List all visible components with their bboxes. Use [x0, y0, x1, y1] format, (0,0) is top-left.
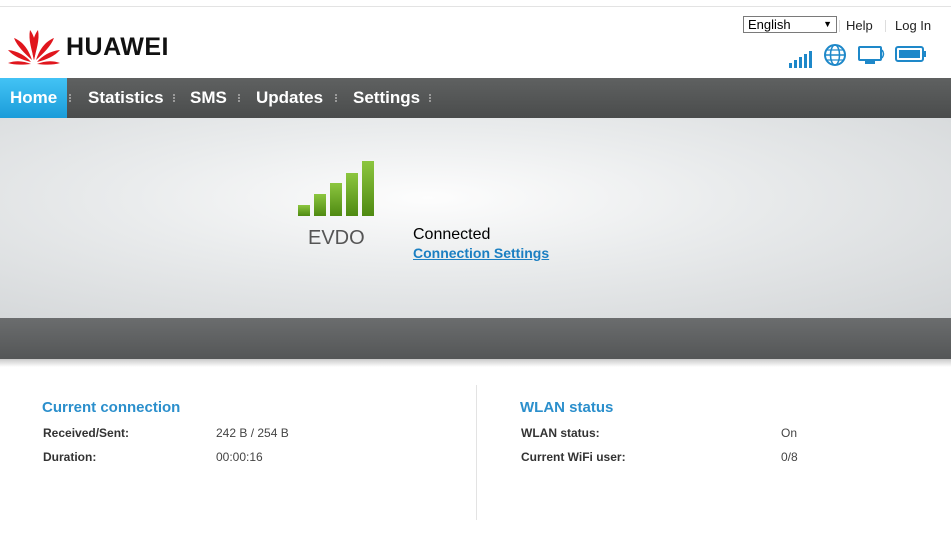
connection-status: Connected	[413, 226, 491, 243]
wifi-users-value: 0/8	[781, 450, 798, 464]
panel-divider	[476, 385, 477, 520]
header-separator	[885, 20, 886, 32]
tab-updates[interactable]: Updates	[256, 78, 323, 118]
tab-settings[interactable]: Settings	[353, 78, 420, 118]
nav-separator	[173, 94, 177, 102]
wlan-status-title: WLAN status	[520, 399, 614, 416]
header: HUAWEI English ▼ Help Log In	[0, 7, 951, 78]
hero-shadow	[0, 359, 951, 367]
tab-sms[interactable]: SMS	[190, 78, 227, 118]
tab-home[interactable]: Home	[0, 78, 68, 118]
received-sent-value: 242 B / 254 B	[216, 426, 289, 440]
battery-icon	[895, 46, 926, 62]
wifi-users-label: Current WiFi user:	[521, 450, 626, 464]
wlan-status-label: WLAN status:	[521, 426, 600, 440]
tab-statistics[interactable]: Statistics	[88, 78, 164, 118]
signal-bars-icon	[298, 161, 374, 216]
wlan-status-value: On	[781, 426, 798, 440]
duration-label: Duration:	[43, 450, 97, 464]
login-link[interactable]: Log In	[895, 18, 931, 33]
current-connection-title: Current connection	[42, 399, 181, 416]
main-nav: Home Statistics SMS Updates Settings	[0, 78, 951, 118]
nav-separator	[335, 94, 339, 102]
hero-footer-bar	[0, 318, 951, 359]
signal-strength-icon	[789, 51, 812, 68]
network-type: EVDO	[308, 227, 365, 249]
dropdown-arrow-icon: ▼	[823, 19, 832, 29]
nav-separator	[69, 94, 73, 102]
language-value: English	[748, 17, 791, 32]
nav-separator	[238, 94, 242, 102]
connection-settings-link[interactable]: Connection Settings	[413, 245, 549, 261]
internet-globe-icon	[824, 44, 846, 66]
brand-name: HUAWEI	[66, 33, 169, 61]
wifi-device-icon	[858, 46, 885, 64]
header-separator	[839, 20, 840, 32]
duration-value: 00:00:16	[216, 450, 263, 464]
received-sent-label: Received/Sent:	[43, 426, 130, 440]
connection-hero	[0, 118, 951, 318]
language-select[interactable]: English ▼	[743, 16, 837, 33]
help-link[interactable]: Help	[846, 18, 873, 33]
nav-separator	[429, 94, 433, 102]
